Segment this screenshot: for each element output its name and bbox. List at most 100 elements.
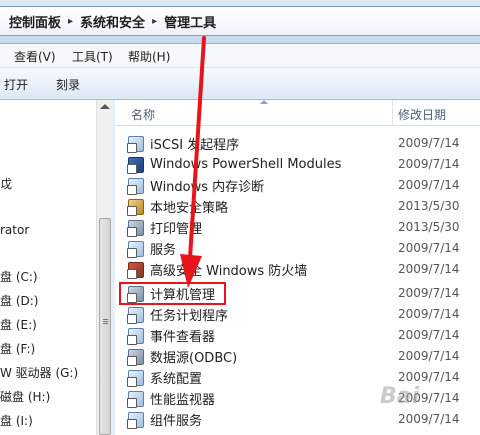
list-item[interactable]: 本地安全策略 2013/5/30	[115, 196, 480, 217]
breadcrumb-system-security[interactable]: 系统和安全	[80, 12, 145, 31]
file-name-cell[interactable]: 系统配置	[127, 367, 206, 388]
file-date: 2009/7/14	[398, 328, 460, 342]
list-item-selected[interactable]: 计算机管理 2009/7/14	[115, 282, 480, 305]
nav-item-drive-h[interactable]: 磁盘 (H:)	[0, 388, 50, 405]
nav-item-partial[interactable]: 戉	[0, 175, 12, 192]
file-list-header: 名称 修改日期	[115, 100, 480, 126]
nav-scrollbar[interactable]	[96, 100, 112, 435]
file-name: 本地安全策略	[150, 201, 229, 216]
breadcrumb-separator-icon[interactable]: ▸	[152, 16, 157, 27]
file-date: 2009/7/14	[398, 241, 460, 255]
file-name: 高级安全 Windows 防火墙	[150, 264, 308, 279]
list-item[interactable]: 数据源(ODBC) 2009/7/14	[115, 346, 480, 367]
file-name: 系统配置	[150, 372, 203, 387]
file-name-cell[interactable]: 高级安全 Windows 防火墙	[127, 259, 311, 280]
services-icon	[127, 240, 144, 258]
list-item[interactable]: 打印管理 2013/5/30	[115, 217, 480, 238]
watermark: Bai	[380, 384, 420, 409]
security-policy-icon	[127, 198, 144, 216]
list-item[interactable]: 任务计划程序 2009/7/14	[115, 304, 480, 325]
nav-item-drive-d[interactable]: 盘 (D:)	[0, 292, 38, 309]
odbc-icon	[127, 348, 144, 366]
nav-item-drive-e[interactable]: 盘 (E:)	[0, 316, 37, 333]
file-name: Windows PowerShell Modules	[150, 157, 342, 172]
file-name-cell[interactable]: 任务计划程序	[127, 304, 232, 325]
menu-help[interactable]: 帮助(H)	[128, 48, 170, 65]
menu-bar: 查看(V) 工具(T) 帮助(H)	[0, 44, 480, 68]
file-name: 组件服务	[150, 414, 203, 429]
menu-tools[interactable]: 工具(T)	[72, 48, 113, 65]
burn-button[interactable]: 刻录	[56, 76, 80, 93]
file-name-cell[interactable]: 服务	[127, 238, 180, 259]
breadcrumb-admin-tools[interactable]: 管理工具	[164, 12, 216, 31]
memory-diagnostic-icon	[127, 177, 144, 195]
breadcrumb-separator-icon[interactable]: ▸	[68, 16, 73, 27]
file-date: 2009/7/14	[398, 178, 460, 192]
file-date: 2009/7/14	[398, 370, 460, 384]
file-name: 服务	[150, 243, 177, 258]
nav-item-drive-g[interactable]: W 驱动器 (G:)	[0, 364, 78, 381]
breadcrumb-control-panel[interactable]: 控制面板	[9, 12, 61, 31]
list-item[interactable]: Windows PowerShell Modules 2009/7/14	[115, 154, 480, 175]
list-item[interactable]: 高级安全 Windows 防火墙 2009/7/14	[115, 259, 480, 280]
scroll-up-icon[interactable]	[100, 104, 110, 109]
address-bar: 控制面板 ▸ 系统和安全 ▸ 管理工具	[0, 0, 480, 44]
file-name: 性能监视器	[150, 393, 216, 408]
column-name-header[interactable]: 名称	[131, 106, 155, 123]
list-item[interactable]: iSCSI 发起程序 2009/7/14	[115, 133, 480, 154]
file-name-cell[interactable]: 打印管理	[127, 217, 206, 238]
nav-item-drive-f[interactable]: 盘 (F:)	[0, 340, 35, 357]
list-item[interactable]: Windows 内存诊断 2009/7/14	[115, 175, 480, 196]
file-date: 2009/7/14	[398, 307, 460, 321]
file-name: iSCSI 发起程序	[150, 138, 240, 153]
scrollbar-thumb[interactable]	[99, 218, 111, 435]
column-divider[interactable]	[392, 100, 393, 126]
file-name: Windows 内存诊断	[150, 180, 265, 195]
file-name-cell[interactable]: 性能监视器	[127, 388, 219, 409]
file-list: iSCSI 发起程序 2009/7/14 Windows PowerShell …	[115, 127, 480, 435]
file-name: 任务计划程序	[150, 309, 229, 324]
file-name-cell[interactable]: iSCSI 发起程序	[127, 133, 243, 154]
file-name: 计算机管理	[150, 288, 216, 303]
performance-monitor-icon	[127, 390, 144, 408]
command-toolbar: 打开 刻录	[0, 68, 480, 100]
menu-view[interactable]: 查看(V)	[14, 48, 56, 65]
file-name-cell[interactable]: Windows PowerShell Modules	[127, 154, 345, 175]
grip-icon	[103, 319, 108, 320]
file-date: 2009/7/14	[398, 412, 460, 426]
list-item[interactable]: 服务 2009/7/14	[115, 238, 480, 259]
file-name: 打印管理	[150, 222, 203, 237]
nav-item-drive-i[interactable]: 盘 (I:)	[0, 412, 33, 429]
file-name: 事件查看器	[150, 330, 216, 345]
firewall-icon	[127, 261, 144, 279]
open-button[interactable]: 打开	[4, 76, 28, 93]
list-item[interactable]: 事件查看器 2009/7/14	[115, 325, 480, 346]
file-name-cell[interactable]: 事件查看器	[127, 325, 219, 346]
list-item[interactable]: 组件服务 2009/7/14	[115, 409, 480, 430]
nav-item-administrator[interactable]: rator	[0, 223, 29, 237]
file-date: 2009/7/14	[398, 349, 460, 363]
system-config-icon	[127, 369, 144, 387]
print-management-icon	[127, 219, 144, 237]
list-item[interactable]: 系统配置 2009/7/14	[115, 367, 480, 388]
file-name-cell[interactable]: 计算机管理	[118, 282, 227, 305]
event-viewer-icon	[127, 327, 144, 345]
file-name-cell[interactable]: Windows 内存诊断	[127, 175, 268, 196]
file-date: 2013/5/30	[398, 199, 460, 213]
list-item[interactable]: 性能监视器 2009/7/14	[115, 388, 480, 409]
column-date-header[interactable]: 修改日期	[398, 106, 446, 123]
file-date: 2009/7/14	[398, 262, 460, 276]
file-date: 2009/7/14	[398, 157, 460, 171]
nav-item-drive-c[interactable]: 盘 (C:)	[0, 268, 38, 285]
component-services-icon	[127, 411, 144, 429]
file-date: 2013/5/30	[398, 220, 460, 234]
task-scheduler-icon	[127, 306, 144, 324]
breadcrumb[interactable]: 控制面板 ▸ 系统和安全 ▸ 管理工具	[0, 6, 480, 36]
file-name: 数据源(ODBC)	[150, 351, 238, 366]
file-date: 2009/7/14	[398, 136, 460, 150]
file-name-cell[interactable]: 数据源(ODBC)	[127, 346, 241, 367]
file-name-cell[interactable]: 本地安全策略	[127, 196, 232, 217]
computer-management-icon	[127, 285, 144, 303]
powershell-icon	[127, 156, 144, 174]
file-name-cell[interactable]: 组件服务	[127, 409, 206, 430]
